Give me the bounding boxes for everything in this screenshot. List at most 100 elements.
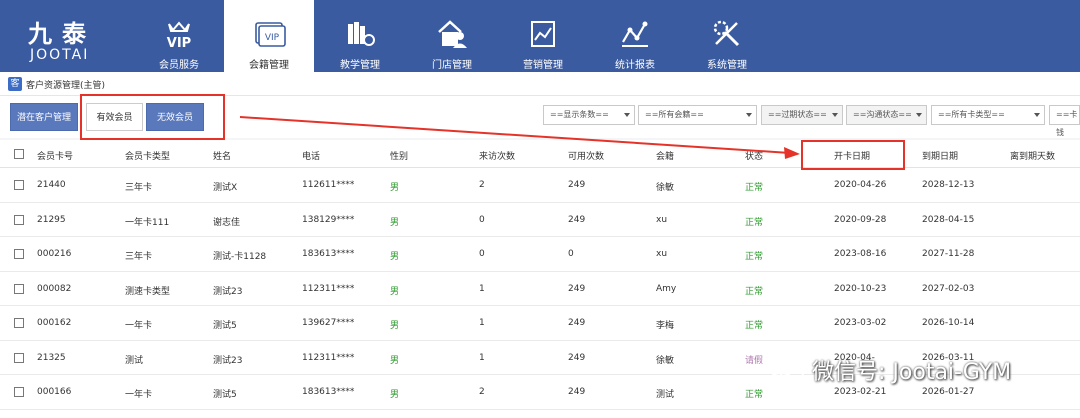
cell-status: 正常 [745,252,764,262]
nav-item-marketing[interactable]: 营销管理 [497,0,589,72]
cell-card-no: 000162 [37,318,72,328]
communication-status-select[interactable]: ==沟通状态== [846,105,927,125]
chevron-down-icon [832,113,838,117]
cell-gender: 男 [390,252,400,262]
cell-visits: 0 [479,249,485,259]
cell-available: 249 [568,387,586,397]
cell-available: 249 [568,352,586,363]
table-row[interactable]: 000162 一年卡 测试5 139627**** 男 1 249 李梅 正常 2023-03-0… [0,306,1080,341]
select-all-checkbox[interactable] [14,149,24,159]
nav-item-member-service[interactable]: VIP 会员服务 [133,0,225,72]
nav-item-membership[interactable]: VIP 会籍管理 [224,0,314,72]
books-icon [348,22,375,46]
cell-membership: 徐敏 [656,355,675,366]
table-header: 会员卡号 会员卡类型 姓名 电话 性别 来访次数 可用次数 会籍 状态 开卡日期… [0,140,1080,168]
cell-gender: 男 [390,217,400,228]
logo-cn: 九泰 [28,19,96,48]
col-expiry-date: 到期日期 [922,152,959,162]
cell-phone: 138129**** [302,214,355,225]
top-nav-bar: 九泰 JOOTAI VIP 会员服务 VIP 会籍管理 教学管理 门店管理 营销… [0,0,1080,72]
cell-open-date: 2020-04-26 [834,180,887,190]
cell-phone: 112311**** [302,352,355,363]
cell-open-date: 2020-09-28 [834,214,887,225]
cell-card-no: 000216 [37,249,72,259]
row-checkbox[interactable] [14,180,24,190]
cell-visits: 1 [479,352,485,363]
select-value: ==所有会籍== [645,110,704,119]
cell-status: 正常 [745,286,764,297]
row-checkbox[interactable] [14,249,24,259]
cell-card-no: 000166 [37,387,72,397]
cell-card-type: 一年卡111 [125,217,170,228]
cell-gender: 男 [390,183,400,193]
cell-visits: 1 [479,283,485,294]
store-icon [438,20,467,48]
cell-gender: 男 [390,286,400,297]
row-checkbox[interactable] [14,283,24,294]
chevron-down-icon [624,113,630,117]
cell-available: 249 [568,214,586,225]
cell-status: 正常 [745,183,764,193]
cell-gender: 男 [390,321,400,331]
cell-open-date: 2023-03-02 [834,318,887,328]
cell-membership: 李梅 [656,321,675,331]
cell-name: 测试-卡1128 [213,252,267,262]
tab-potential-customers[interactable]: 潜在客户管理 [10,103,78,131]
nav-label: 营销管理 [523,60,563,71]
cell-membership: xu [656,249,668,259]
col-available: 可用次数 [568,152,605,162]
row-checkbox[interactable] [14,318,24,328]
cell-status: 正常 [745,321,764,331]
cell-expiry-date: 2027-02-03 [922,283,975,294]
cell-membership: xu [656,214,668,225]
tools-icon [713,20,740,47]
cell-phone: 139627**** [302,318,355,328]
row-checkbox[interactable] [14,387,24,397]
cell-phone: 183613**** [302,387,355,397]
table-row[interactable]: 000216 三年卡 测试-卡1128 183613**** 男 0 0 xu 正常 2023-0… [0,237,1080,272]
row-checkbox[interactable] [14,214,24,225]
card-extra-select[interactable]: ==卡钱 [1049,105,1080,137]
cell-expiry-date: 2026-10-14 [922,318,975,328]
cell-available: 249 [568,318,586,328]
cell-card-type: 三年卡 [125,252,153,262]
display-count-select[interactable]: ==显示条数== [543,105,635,125]
cell-card-no: 21295 [37,214,66,225]
table-row[interactable]: 21295 一年卡111 谢志佳 138129**** 男 0 249 xu 正常 2020-09… [0,203,1080,237]
vip-card-icon: VIP [255,22,286,47]
cell-phone: 112611**** [302,180,355,190]
nav-item-system[interactable]: 系统管理 [681,0,773,72]
highlight-box-open-date [801,140,905,170]
wechat-icon [767,355,804,382]
card-type-select[interactable]: ==所有卡类型== [931,105,1045,125]
cell-name: 测试23 [213,355,243,366]
col-card-no: 会员卡号 [37,152,74,162]
cell-membership: 徐敏 [656,183,675,193]
breadcrumb: 客 客户资源管理(主管) [0,72,1080,96]
cell-open-date: 2023-08-16 [834,249,887,259]
cell-card-type: 测速卡类型 [125,286,171,297]
cell-status: 正常 [745,390,764,400]
nav-item-teaching[interactable]: 教学管理 [314,0,406,72]
nav-label: 会籍管理 [249,60,289,71]
membership-select[interactable]: ==所有会籍== [638,105,757,125]
cell-available: 249 [568,180,586,190]
watermark-text: 微信号: Jootai-GYM [812,360,1012,385]
table-row[interactable]: 000082 测速卡类型 测试23 112311**** 男 1 249 Amy 正常 2020-… [0,272,1080,306]
expiry-status-select[interactable]: ==过期状态== [761,105,843,125]
cell-expiry-date: 2028-12-13 [922,180,975,190]
row-checkbox[interactable] [14,352,24,363]
nav-item-store[interactable]: 门店管理 [406,0,498,72]
cell-name: 测试5 [213,321,237,331]
logo-en: JOOTAI [30,47,90,63]
cell-visits: 2 [479,387,485,397]
nav-item-reports[interactable]: 统计报表 [589,0,681,72]
cell-status: 正常 [745,217,764,228]
col-phone: 电话 [302,152,321,162]
chart-icon [531,21,555,47]
stats-icon [622,21,648,47]
cell-name: 谢志佳 [213,217,241,228]
table-row[interactable]: 21440 三年卡 测试X 112611**** 男 2 249 徐敏 正常 2020-04-26… [0,168,1080,203]
breadcrumb-text: 客户资源管理(主管) [26,81,106,91]
cell-available: 249 [568,283,586,294]
